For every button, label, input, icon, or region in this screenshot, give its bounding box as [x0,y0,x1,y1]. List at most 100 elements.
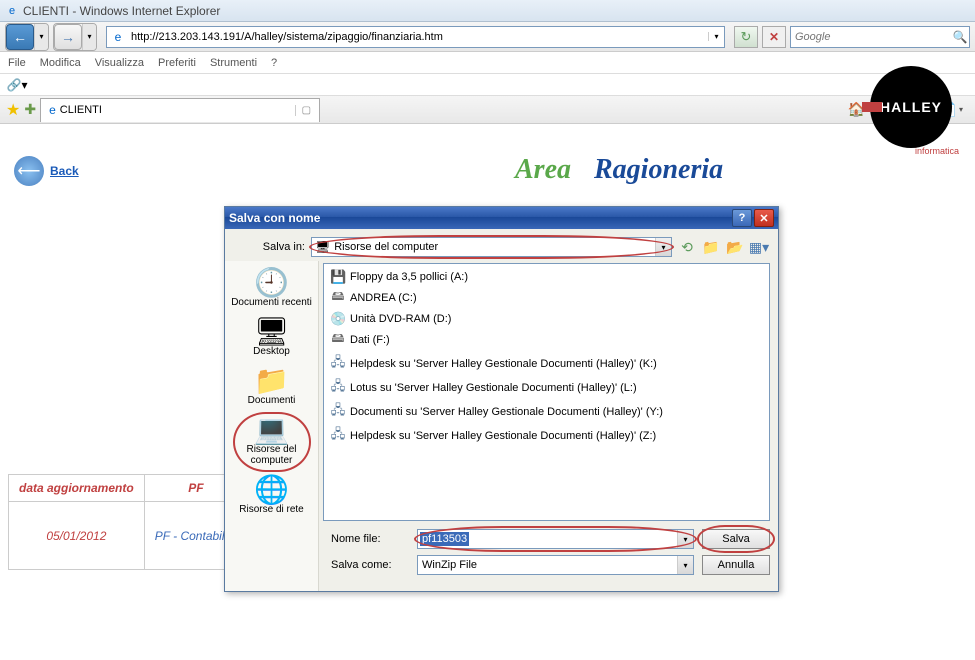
back-link[interactable]: Back [50,164,79,178]
menu-edit[interactable]: Modifica [40,57,81,69]
halley-logo: HALLEY informatica [870,66,965,156]
place-recent[interactable]: 🕘 Documenti recenti [229,265,315,312]
search-input[interactable] [791,29,951,45]
search-box: 🔍 [790,26,970,48]
list-item[interactable]: 🖧Documenti su 'Server Halley Gestionale … [328,400,765,424]
file-list[interactable]: 💾Floppy da 3,5 pollici (A:) 🖴ANDREA (C:)… [323,263,770,521]
heading-section: Ragioneria [594,154,723,185]
address-input[interactable] [129,29,708,45]
menu-bar: File Modifica Visualizza Preferiti Strum… [0,52,975,74]
dialog-body: 🕘 Documenti recenti 🖥 Desktop 📁 Document… [225,261,778,591]
halley-sub: informatica [870,146,965,156]
up-folder-icon[interactable]: 📁 [702,238,720,256]
save-in-row: Salva in: 🖥 Risorse del computer ▾ ⟲ 📁 📂… [225,229,778,261]
save-in-label: Salva in: [235,241,305,253]
list-item[interactable]: 🖧Helpdesk su 'Server Halley Gestionale D… [328,352,765,376]
back-link-area: ⟵ Back [14,156,79,186]
refresh-button[interactable]: ↻ [734,26,758,48]
nav-back-group: ← ▾ [5,23,49,51]
netdrive-icon: 🖧 [330,377,346,399]
hdd-icon: 🖴 [330,329,346,351]
menu-tools[interactable]: Strumenti [210,57,257,69]
savetype-dropdown[interactable]: ▾ [677,556,693,574]
cancel-button[interactable]: Annulla [702,555,770,575]
tab-page-icon: e [49,103,56,117]
add-favorite-icon[interactable]: ✚ [24,101,36,118]
th-date: data aggiornamento [9,475,145,502]
savetype-row: Salva come: WinZip File ▾ Annulla [327,555,770,575]
filename-value: pf113503 [420,532,469,546]
menu-favorites[interactable]: Preferiti [158,57,196,69]
list-item[interactable]: 🖧Helpdesk su 'Server Halley Gestionale D… [328,424,765,448]
recent-icon: 🕘 [231,269,313,297]
nav-fwd-group: → ▾ [53,23,97,51]
places-bar: 🕘 Documenti recenti 🖥 Desktop 📁 Document… [225,261,319,591]
forward-button[interactable]: → [54,24,82,50]
search-icon[interactable]: 🔍 [951,30,969,44]
dialog-bottom: Nome file: pf113503 ▾ Salva Salva come: [319,523,778,591]
stop-button[interactable]: ✕ [762,26,786,48]
floppy-icon: 💾 [330,269,346,285]
tab-title: CLIENTI [60,104,102,116]
save-in-value: Risorse del computer [334,241,438,253]
dialog-title: Salva con nome [229,211,320,225]
save-button[interactable]: Salva [702,529,770,549]
links-toolbar: 🔗▾ [0,74,975,96]
documents-icon: 📁 [231,367,313,395]
filename-row: Nome file: pf113503 ▾ Salva [327,529,770,549]
save-in-dropdown[interactable]: ▾ [655,238,671,256]
dialog-help-button[interactable]: ? [732,209,752,227]
back-button[interactable]: ← [6,24,34,50]
window-titlebar: e CLIENTI - Windows Internet Explorer [0,0,975,22]
dialog-close-button[interactable]: ✕ [754,209,774,227]
network-icon: 🌐 [231,476,313,504]
tab-clienti[interactable]: e CLIENTI ▢ [40,98,320,122]
page-icon: e [110,30,126,44]
menu-help[interactable]: ? [271,57,277,69]
dialog-titlebar[interactable]: Salva con nome ? ✕ [225,207,778,229]
list-item[interactable]: 🖧Lotus su 'Server Halley Gestionale Docu… [328,376,765,400]
window-title: CLIENTI - Windows Internet Explorer [23,4,220,18]
address-dropdown[interactable]: ▾ [708,32,724,41]
filename-combo[interactable]: pf113503 ▾ [417,529,694,549]
computer-place-icon: 💻 [231,416,313,444]
nav-toolbar: ← ▾ → ▾ e ▾ ↻ ✕ 🔍 [0,22,975,52]
place-computer[interactable]: 💻 Risorse del computer [229,412,315,470]
ie-icon: e [5,4,19,18]
list-item[interactable]: 🖴ANDREA (C:) [328,286,765,310]
save-in-select[interactable]: 🖥 Risorse del computer ▾ [311,237,672,257]
new-folder-icon[interactable]: 📂 [726,238,744,256]
place-network[interactable]: 🌐 Risorse di rete [229,472,315,519]
forward-dropdown[interactable]: ▾ [82,24,96,50]
filename-dropdown[interactable]: ▾ [677,530,693,548]
go-back-icon[interactable]: ⟲ [678,238,696,256]
savetype-combo[interactable]: WinZip File ▾ [417,555,694,575]
computer-icon: 🖥 [315,240,330,254]
back-dropdown[interactable]: ▾ [34,24,48,50]
favorites-icon[interactable]: ★ [6,100,20,120]
back-circle-icon[interactable]: ⟵ [14,156,44,186]
savetype-value: WinZip File [418,557,677,573]
place-documents[interactable]: 📁 Documenti [229,363,315,410]
view-menu-icon[interactable]: ▦▾ [750,238,768,256]
halley-circle: HALLEY [870,66,952,148]
filename-label: Nome file: [327,533,409,545]
list-item[interactable]: 💿Unità DVD-RAM (D:) [328,310,765,328]
menu-view[interactable]: Visualizza [95,57,144,69]
hdd-icon: 🖴 [330,287,346,309]
address-bar: e ▾ [106,26,725,48]
menu-file[interactable]: File [8,57,26,69]
new-tab-button[interactable]: ▢ [295,105,311,116]
place-desktop[interactable]: 🖥 Desktop [229,314,315,361]
list-item[interactable]: 💾Floppy da 3,5 pollici (A:) [328,268,765,286]
netdrive-icon: 🖧 [330,353,346,375]
tabbar-left: ★ ✚ e CLIENTI ▢ [6,98,320,122]
savetype-label: Salva come: [327,559,409,571]
list-item[interactable]: 🖴Dati (F:) [328,328,765,352]
heading-area: Area [515,154,571,185]
cell-date: 05/01/2012 [9,502,145,570]
page-content: ⟵ Back Area Ragioneria data aggiornament… [0,124,975,166]
desktop-icon: 🖥 [231,318,313,346]
netdrive-icon: 🖧 [330,401,346,423]
links-icon[interactable]: 🔗▾ [8,77,26,93]
